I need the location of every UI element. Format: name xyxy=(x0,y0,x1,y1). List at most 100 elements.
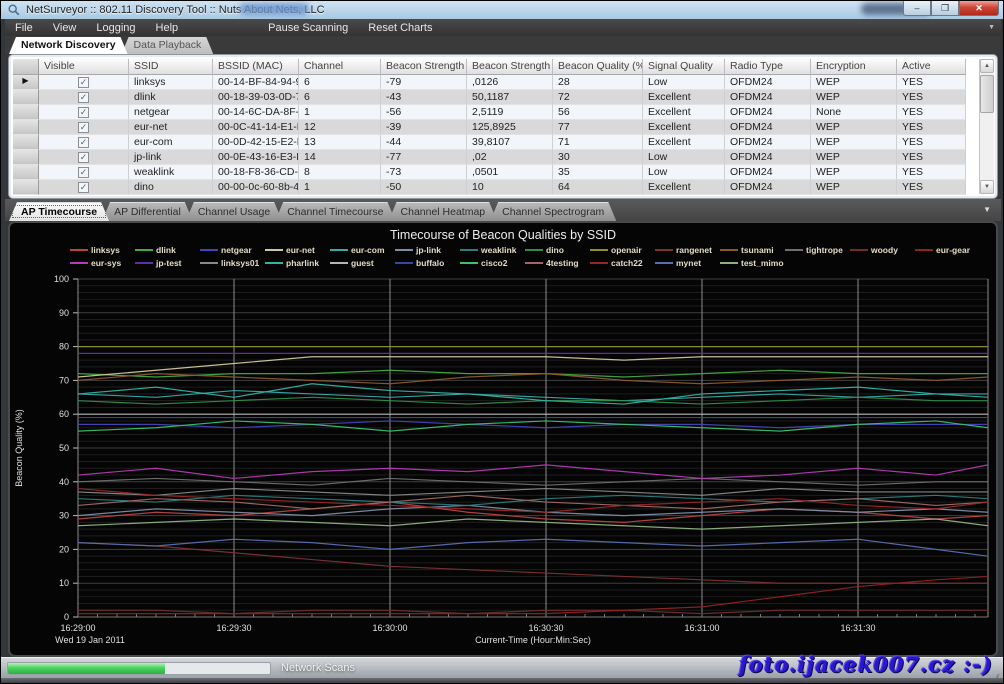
resize-grip-icon[interactable]: ⸙ xyxy=(994,669,1001,682)
maximize-button[interactable]: ❐ xyxy=(931,1,959,16)
cell-ssid: linksys xyxy=(129,75,213,90)
table-row[interactable]: ✓eur-net00-0C-41-14-E1-D512-39125,892577… xyxy=(13,120,966,135)
column-header-bssid-mac[interactable]: BSSID (MAC) xyxy=(213,59,299,75)
cell-encryption: WEP xyxy=(811,135,897,150)
tab-channel-usage[interactable]: Channel Usage xyxy=(186,202,282,221)
column-header-beacon-strength-m[interactable]: Beacon Strength (m... xyxy=(467,59,553,75)
tab-ap-differential[interactable]: AP Differential xyxy=(102,202,193,221)
legend-swatch xyxy=(265,262,283,264)
cell-channel: 8 xyxy=(299,165,381,180)
visible-checkbox[interactable]: ✓ xyxy=(78,152,89,163)
timecourse-chart: 010203040506070809010016:29:0016:29:3016… xyxy=(10,271,998,653)
cell-beacon-quality: 56 xyxy=(553,105,643,120)
menu-item-file[interactable]: File xyxy=(5,21,43,35)
menu-item-view[interactable]: View xyxy=(43,21,87,35)
column-header-visible[interactable]: Visible xyxy=(39,59,129,75)
chart-title: Timecourse of Beacon Qualities by SSID xyxy=(10,228,996,242)
column-header-signal-quality[interactable]: Signal Quality xyxy=(643,59,725,75)
cell-beacon-quality: 30 xyxy=(553,150,643,165)
cell-beacon-strength-d: -50 xyxy=(381,180,467,195)
table-row[interactable]: ▶✓linksys00-14-BF-84-94-926-79,012628Low… xyxy=(13,75,966,90)
tab-channel-heatmap[interactable]: Channel Heatmap xyxy=(389,202,498,221)
legend-label: openair xyxy=(611,245,642,255)
legend-swatch xyxy=(200,249,218,251)
table-row[interactable]: ✓dino00-00-0c-60-8b-411-501064ExcellentO… xyxy=(13,180,966,195)
legend-label: weaklink xyxy=(481,245,516,255)
row-header-cell[interactable] xyxy=(13,120,39,135)
menu-item-help[interactable]: Help xyxy=(146,21,189,35)
column-header-radio-type[interactable]: Radio Type xyxy=(725,59,811,75)
cell-active: YES xyxy=(897,165,966,180)
tab-network-discovery[interactable]: Network Discovery xyxy=(9,37,128,54)
visible-checkbox[interactable]: ✓ xyxy=(78,122,89,133)
row-header-cell[interactable] xyxy=(13,105,39,120)
column-header-channel[interactable]: Channel xyxy=(299,59,381,75)
cell-bssid-mac: 00-0C-41-14-E1-D5 xyxy=(213,120,299,135)
visible-checkbox[interactable]: ✓ xyxy=(78,182,89,193)
table-scrollbar[interactable]: ▲ ▼ xyxy=(979,59,994,194)
menu-item-logging[interactable]: Logging xyxy=(86,21,145,35)
table-row[interactable]: ✓eur-com00-0D-42-15-E2-D613-4439,810771E… xyxy=(13,135,966,150)
column-header-beacon-quality[interactable]: Beacon Quality (%) xyxy=(553,59,643,75)
cell-beacon-strength-m: 39,8107 xyxy=(467,135,553,150)
legend-item-woody: woody xyxy=(850,245,915,255)
tab-channel-spectrogram[interactable]: Channel Spectrogram xyxy=(490,202,616,221)
tab-ap-timecourse[interactable]: AP Timecourse xyxy=(9,202,109,221)
menu-action-reset-charts[interactable]: Reset Charts xyxy=(358,21,442,35)
row-header-cell[interactable]: ▶ xyxy=(13,75,39,90)
scroll-down-icon[interactable]: ▼ xyxy=(980,180,994,194)
tab-channel-timecourse[interactable]: Channel Timecourse xyxy=(275,202,395,221)
column-header-ssid[interactable]: SSID xyxy=(129,59,213,75)
scrollbar-thumb[interactable] xyxy=(980,75,994,113)
close-button[interactable]: ✕ xyxy=(959,1,999,16)
row-header-cell[interactable] xyxy=(13,90,39,105)
legend-swatch xyxy=(785,249,803,251)
row-header-cell[interactable] xyxy=(13,180,39,195)
row-header-cell[interactable] xyxy=(13,135,39,150)
cell-encryption: WEP xyxy=(811,75,897,90)
chevron-down-icon[interactable]: ▼ xyxy=(988,24,995,31)
x-tick-label: 16:31:30 xyxy=(840,623,875,633)
minimize-button[interactable]: – xyxy=(903,1,931,16)
table-row[interactable]: ✓netgear00-14-6C-DA-8F-A81-562,511956Exc… xyxy=(13,105,966,120)
cell-signal-quality: Low xyxy=(643,75,725,90)
legend-label: jp-test xyxy=(156,258,182,268)
legend-label: guest xyxy=(351,258,374,268)
row-header-cell[interactable] xyxy=(13,150,39,165)
visible-checkbox[interactable]: ✓ xyxy=(78,92,89,103)
legend-item-linksys: linksys xyxy=(70,245,135,255)
y-tick-label: 70 xyxy=(59,375,69,385)
menu-action-pause-scanning[interactable]: Pause Scanning xyxy=(258,21,358,35)
cell-beacon-quality: 35 xyxy=(553,165,643,180)
visible-checkbox[interactable]: ✓ xyxy=(78,137,89,148)
visible-checkbox[interactable]: ✓ xyxy=(78,77,89,88)
table-row[interactable]: ✓jp-link00-0E-43-16-E3-D714-77,0230LowOF… xyxy=(13,150,966,165)
scroll-up-icon[interactable]: ▲ xyxy=(980,59,994,73)
column-header-encryption[interactable]: Encryption xyxy=(811,59,897,75)
tab-data-playback[interactable]: Data Playback xyxy=(122,37,214,54)
chart-legend-row2: eur-sysjp-testlinksys01pharlinkguestbuff… xyxy=(70,258,785,268)
visible-checkbox-cell: ✓ xyxy=(39,120,129,135)
cell-beacon-strength-m: 2,5119 xyxy=(467,105,553,120)
legend-item-test-mimo: test_mimo xyxy=(720,258,785,268)
x-axis-title: Current-Time (Hour:Min:Sec) xyxy=(475,635,591,645)
cell-bssid-mac: 00-14-BF-84-94-92 xyxy=(213,75,299,90)
row-header-cell[interactable] xyxy=(13,165,39,180)
main-tabstrip: Network DiscoveryData Playback xyxy=(5,36,1001,54)
table-row[interactable]: ✓weaklink00-18-F8-36-CD-438-73,050135Low… xyxy=(13,165,966,180)
series-line-cisco2 xyxy=(78,421,988,431)
column-header-beacon-strength-d[interactable]: Beacon Strength (d... xyxy=(381,59,467,75)
column-header-active[interactable]: Active xyxy=(897,59,966,75)
cell-beacon-strength-m: 10 xyxy=(467,180,553,195)
chevron-down-icon[interactable]: ▼ xyxy=(983,205,991,214)
visible-checkbox[interactable]: ✓ xyxy=(78,107,89,118)
legend-label: linksys xyxy=(91,245,120,255)
cell-beacon-strength-d: -56 xyxy=(381,105,467,120)
table-row[interactable]: ✓dlink00-18-39-03-0D-7B6-4350,118772Exce… xyxy=(13,90,966,105)
visible-checkbox[interactable]: ✓ xyxy=(78,167,89,178)
cell-bssid-mac: 00-00-0c-60-8b-41 xyxy=(213,180,299,195)
legend-item-netgear: netgear xyxy=(200,245,265,255)
legend-swatch xyxy=(720,262,738,264)
cell-active: YES xyxy=(897,75,966,90)
visible-checkbox-cell: ✓ xyxy=(39,90,129,105)
